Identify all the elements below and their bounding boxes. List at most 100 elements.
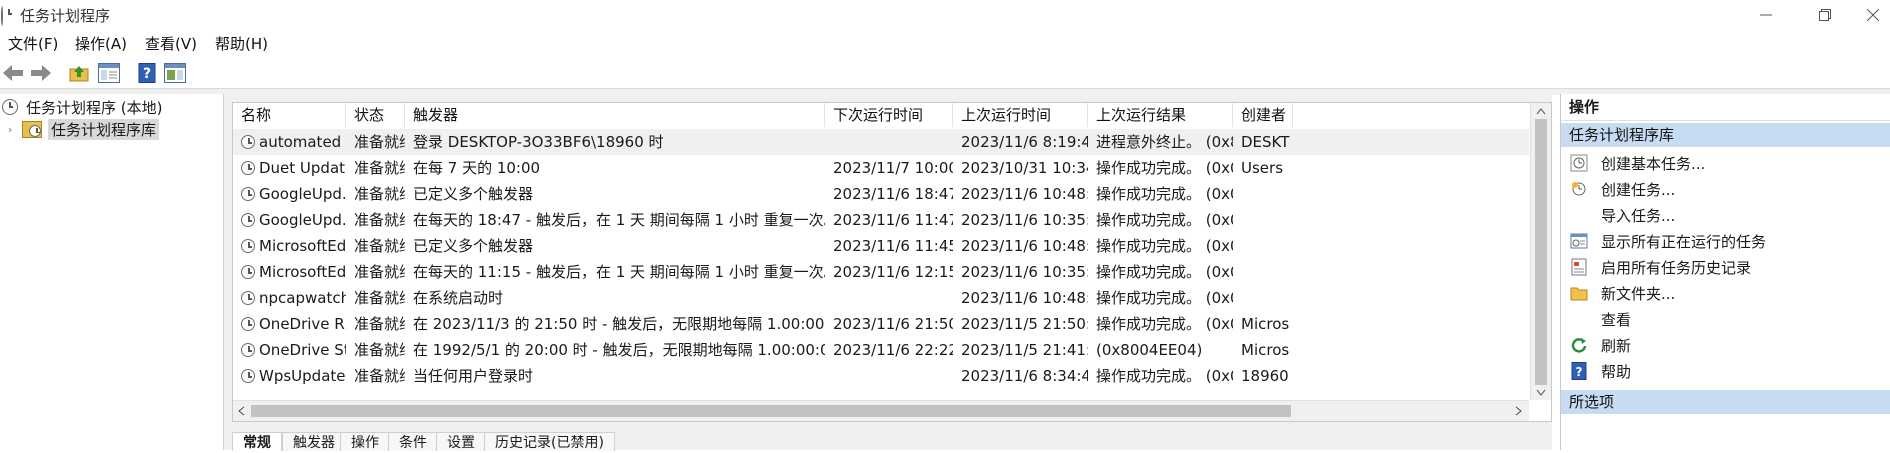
show-hide-console-tree-button[interactable] bbox=[96, 60, 122, 86]
forward-button[interactable] bbox=[28, 60, 54, 86]
column-header-last-run[interactable]: 上次运行时间 bbox=[953, 103, 1088, 127]
cell-status: 准备就绪 bbox=[354, 159, 405, 177]
menu-view[interactable]: 查看(V) bbox=[145, 33, 197, 54]
column-header-trigger[interactable]: 触发器 bbox=[405, 103, 825, 127]
actions-group-selected[interactable]: 所选项 bbox=[1561, 390, 1890, 414]
action-item[interactable]: ? 帮助 bbox=[1561, 358, 1890, 384]
action-item[interactable]: 查看 bbox=[1561, 306, 1890, 332]
folder-icon bbox=[1569, 283, 1589, 303]
close-icon bbox=[1867, 9, 1879, 21]
cell-last-run: 2023/11/6 10:48:46 bbox=[961, 289, 1088, 307]
cell-name: npcapwatch... bbox=[241, 285, 346, 311]
help-button[interactable]: ? bbox=[134, 60, 160, 86]
restore-button[interactable] bbox=[1797, 0, 1853, 30]
svg-text:?: ? bbox=[1576, 365, 1583, 379]
table-row[interactable]: OneDrive R... 准备就绪在 2023/11/3 的 21:50 时 -… bbox=[233, 311, 1529, 337]
task-clock-icon bbox=[241, 369, 255, 383]
tab-2[interactable]: 操作 bbox=[340, 432, 390, 451]
forward-arrow-icon bbox=[31, 65, 51, 81]
table-row[interactable]: npcapwatch... 准备就绪在系统启动时 2023/11/6 10:48:4… bbox=[233, 285, 1529, 311]
table-row[interactable]: OneDrive St... 准备就绪在 1992/5/1 的 20:00 时 -… bbox=[233, 337, 1529, 363]
table-body: automated ... 准备就绪登录 DESKTOP-3O33BF6\1896… bbox=[233, 129, 1529, 400]
cell-last-result: 操作成功完成。 (0x0) bbox=[1096, 185, 1233, 203]
tree-item-root[interactable]: 任务计划程序 (本地) bbox=[2, 96, 162, 118]
cell-author bbox=[1241, 233, 1293, 259]
minimize-button[interactable] bbox=[1738, 0, 1794, 30]
table-row[interactable]: Duet Updater 准备就绪在每 7 天的 10:00 2023/11/7 1… bbox=[233, 155, 1529, 181]
cell-last-run: 2023/11/5 21:50:44 bbox=[961, 315, 1088, 333]
cell-trigger: 在每天的 18:47 - 触发后，在 1 天 期间每隔 1 小时 重复一次。 bbox=[413, 211, 825, 229]
cell-last-run: 2023/11/6 10:35:59 bbox=[961, 211, 1088, 229]
splitter[interactable] bbox=[224, 94, 232, 450]
action-item[interactable]: 启用所有任务历史记录 bbox=[1561, 254, 1890, 280]
table-row[interactable]: GoogleUpd... 准备就绪已定义多个触发器 2023/11/6 18:47:… bbox=[233, 181, 1529, 207]
up-folder-icon bbox=[69, 66, 89, 82]
history-icon bbox=[1569, 257, 1589, 277]
cell-name: automated ... bbox=[241, 129, 346, 155]
cell-name: GoogleUpd... bbox=[241, 181, 346, 207]
vertical-scroll-thumb[interactable] bbox=[1535, 119, 1547, 385]
window-title: 任务计划程序 bbox=[20, 7, 111, 25]
tab-0[interactable]: 常规 bbox=[232, 432, 282, 451]
blank-icon bbox=[1569, 309, 1589, 329]
refresh-icon bbox=[1569, 335, 1589, 355]
task-scheduler-icon bbox=[2, 99, 18, 115]
menu-help[interactable]: 帮助(H) bbox=[215, 33, 268, 54]
scroll-left-icon bbox=[238, 406, 245, 416]
cell-last-result: 操作成功完成。 (0x0) bbox=[1096, 289, 1233, 307]
cell-name: OneDrive St... bbox=[241, 337, 346, 363]
column-header-author[interactable]: 创建者 bbox=[1233, 103, 1293, 127]
menu-action[interactable]: 操作(A) bbox=[75, 33, 127, 54]
tree-item-root-label: 任务计划程序 (本地) bbox=[26, 98, 163, 117]
tree-item-library[interactable]: › 任务计划程序库 bbox=[8, 118, 160, 140]
horizontal-scrollbar[interactable] bbox=[233, 400, 1529, 421]
action-item[interactable]: 创建任务... bbox=[1561, 176, 1890, 202]
cell-next-run: 2023/11/6 12:15:07 bbox=[833, 263, 953, 281]
table-row[interactable]: GoogleUpd... 准备就绪在每天的 18:47 - 触发后，在 1 天 期… bbox=[233, 207, 1529, 233]
cell-last-result: 操作成功完成。 (0x0) bbox=[1096, 315, 1233, 333]
up-folder-button[interactable] bbox=[66, 60, 92, 86]
cell-next-run: 2023/11/6 21:50:43 bbox=[833, 315, 953, 333]
cell-author bbox=[1241, 285, 1293, 311]
tab-4[interactable]: 设置 bbox=[436, 432, 486, 451]
show-hide-action-pane-button[interactable] bbox=[162, 60, 188, 86]
title-bar: 任务计划程序 bbox=[0, 0, 1890, 30]
tab-3[interactable]: 条件 bbox=[388, 432, 438, 451]
action-item[interactable]: 导入任务... bbox=[1561, 202, 1890, 228]
action-item[interactable]: 刷新 bbox=[1561, 332, 1890, 358]
action-item[interactable]: 创建基本任务... bbox=[1561, 150, 1890, 176]
restore-icon bbox=[1819, 9, 1831, 21]
expand-chevron-icon[interactable]: › bbox=[8, 123, 22, 136]
cell-next-run: 2023/11/6 11:47:09 bbox=[833, 211, 953, 229]
task-clock-icon bbox=[241, 265, 255, 279]
actions-group-library[interactable]: 任务计划程序库 bbox=[1561, 123, 1890, 147]
menu-file[interactable]: 文件(F) bbox=[8, 33, 58, 54]
table-row[interactable]: MicrosoftEd... 准备就绪已定义多个触发器 2023/11/6 11:4… bbox=[233, 233, 1529, 259]
horizontal-scroll-thumb[interactable] bbox=[251, 405, 1291, 417]
task-clock-icon bbox=[241, 161, 255, 175]
action-item[interactable]: 显示所有正在运行的任务 bbox=[1561, 228, 1890, 254]
close-button[interactable] bbox=[1856, 0, 1890, 30]
tab-1[interactable]: 触发器 bbox=[282, 432, 346, 451]
table-row[interactable]: MicrosoftEd... 准备就绪在每天的 11:15 - 触发后，在 1 天… bbox=[233, 259, 1529, 285]
cell-last-run: 2023/11/5 21:41:05 bbox=[961, 341, 1088, 359]
column-header-last-result[interactable]: 上次运行结果 bbox=[1088, 103, 1233, 127]
vertical-scrollbar[interactable] bbox=[1530, 103, 1551, 400]
task-clock-icon bbox=[241, 343, 255, 357]
action-item[interactable]: 新文件夹... bbox=[1561, 280, 1890, 306]
cell-trigger: 在系统启动时 bbox=[413, 289, 504, 307]
column-header-status[interactable]: 状态 bbox=[346, 103, 405, 127]
column-header-next-run[interactable]: 下次运行时间 bbox=[825, 103, 953, 127]
column-header-name[interactable]: 名称 bbox=[233, 103, 346, 127]
cell-trigger: 登录 DESKTOP-3O33BF6\18960 时 bbox=[413, 133, 664, 151]
tab-5[interactable]: 历史记录(已禁用) bbox=[484, 432, 615, 451]
back-button[interactable] bbox=[0, 60, 26, 86]
table-row[interactable]: automated ... 准备就绪登录 DESKTOP-3O33BF6\1896… bbox=[233, 129, 1529, 155]
task-scheduler-app-icon bbox=[1, 6, 3, 26]
cell-trigger: 已定义多个触发器 bbox=[413, 237, 534, 255]
menu-bar: 文件(F) 操作(A) 查看(V) 帮助(H) bbox=[0, 30, 1890, 55]
table-row[interactable]: WpsUpdate... 准备就绪当任何用户登录时 2023/11/6 8:34:4… bbox=[233, 363, 1529, 389]
task-clock-icon bbox=[241, 213, 255, 227]
console-tree: 任务计划程序 (本地) › 任务计划程序库 bbox=[0, 94, 224, 450]
cell-last-run: 2023/11/6 10:48:49 bbox=[961, 237, 1088, 255]
